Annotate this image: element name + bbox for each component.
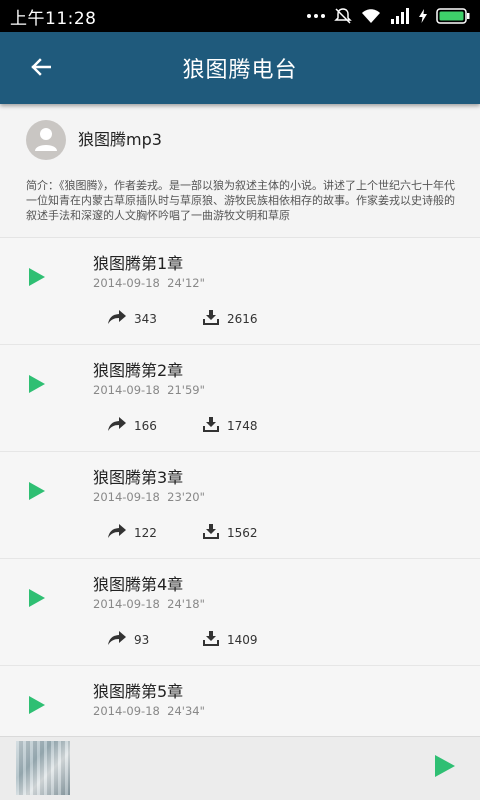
play-icon[interactable] [26,373,48,395]
user-icon [32,124,60,156]
status-bar: 上午11:28 [0,0,480,32]
episode-meta: 2014-09-18 23'20" [93,490,205,504]
episode-title: 狼图腾第1章 [93,254,184,273]
album-description: 简介：《狼图腾》，作者姜戎。是一部以狼为叙述主体的小说。讲述了上个世纪六七十年代… [26,179,455,222]
list-item[interactable]: 狼图腾第2章 2014-09-18 21'59" 166 1748 [0,345,480,452]
share-icon [108,417,134,434]
list-item[interactable]: 狼图腾第5章 2014-09-18 24'34" [0,666,480,736]
episode-meta: 2014-09-18 24'34" [93,704,205,718]
share-count-value: 343 [134,311,157,326]
episode-meta: 2014-09-18 21'59" [93,383,205,397]
play-icon[interactable] [26,266,48,288]
arrow-left-icon [31,58,52,80]
page-title: 狼图腾电台 [182,58,298,83]
download-count-value: 2616 [227,312,258,326]
share-icon [108,631,134,648]
play-icon[interactable] [26,587,48,609]
list-item[interactable]: 狼图腾第3章 2014-09-18 23'20" 122 1562 [0,452,480,559]
episode-date: 2014-09-18 [93,597,160,611]
avatar [26,120,66,160]
download-icon [203,631,227,649]
more-dots-icon [307,13,325,19]
episode-title: 狼图腾第2章 [93,361,184,380]
episode-duration: 21'59" [167,383,205,397]
download-icon [203,310,227,328]
charging-icon [419,9,427,23]
episode-duration: 24'18" [167,597,205,611]
episode-list-scroll[interactable]: 狼图腾mp3 简介：《狼图腾》，作者姜戎。是一部以狼为叙述主体的小说。讲述了上个… [0,104,480,736]
episode-date: 2014-09-18 [93,490,160,504]
download-count[interactable]: 1748 [203,417,258,435]
play-icon[interactable] [26,480,48,502]
episode-duration: 24'34" [167,704,205,718]
share-icon [108,310,134,327]
download-count[interactable]: 1409 [203,631,258,649]
mute-icon [334,7,352,25]
share-count[interactable]: 166 [108,417,157,434]
status-time: 上午11:28 [10,8,97,29]
share-icon [108,524,134,541]
download-count[interactable]: 2616 [203,310,258,328]
play-icon[interactable] [26,694,48,716]
album-info: 狼图腾mp3 简介：《狼图腾》，作者姜戎。是一部以狼为叙述主体的小说。讲述了上个… [0,104,480,238]
share-count-value: 122 [134,525,157,540]
share-count-value: 93 [134,632,150,647]
signal-icon [390,8,410,24]
download-count-value: 1409 [227,633,258,647]
share-count-value: 166 [134,418,157,433]
battery-icon [436,8,470,24]
list-item[interactable]: 狼图腾第4章 2014-09-18 24'18" 93 1409 [0,559,480,666]
download-count-value: 1748 [227,419,258,433]
episode-title: 狼图腾第5章 [93,682,184,701]
mini-player[interactable] [0,736,480,800]
download-icon [203,524,227,542]
download-count-value: 1562 [227,526,258,540]
share-count[interactable]: 343 [108,310,157,327]
back-button[interactable] [26,54,56,84]
album-cover-image[interactable] [16,741,70,795]
episode-date: 2014-09-18 [93,276,160,290]
episode-duration: 24'12" [167,276,205,290]
episode-title: 狼图腾第3章 [93,468,184,487]
list-item[interactable]: 狼图腾第1章 2014-09-18 24'12" 343 2616 [0,238,480,345]
episode-meta: 2014-09-18 24'12" [93,276,205,290]
episode-duration: 23'20" [167,490,205,504]
player-play-icon[interactable] [432,753,458,779]
status-icons [307,7,470,25]
download-icon [203,417,227,435]
download-count[interactable]: 1562 [203,524,258,542]
episode-meta: 2014-09-18 24'18" [93,597,205,611]
episode-date: 2014-09-18 [93,383,160,397]
app-bar: 狼图腾电台 [0,32,480,104]
share-count[interactable]: 122 [108,524,157,541]
episode-title: 狼图腾第4章 [93,575,184,594]
episode-date: 2014-09-18 [93,704,160,718]
share-count[interactable]: 93 [108,631,149,648]
album-name: 狼图腾mp3 [78,130,162,149]
wifi-icon [361,8,381,24]
